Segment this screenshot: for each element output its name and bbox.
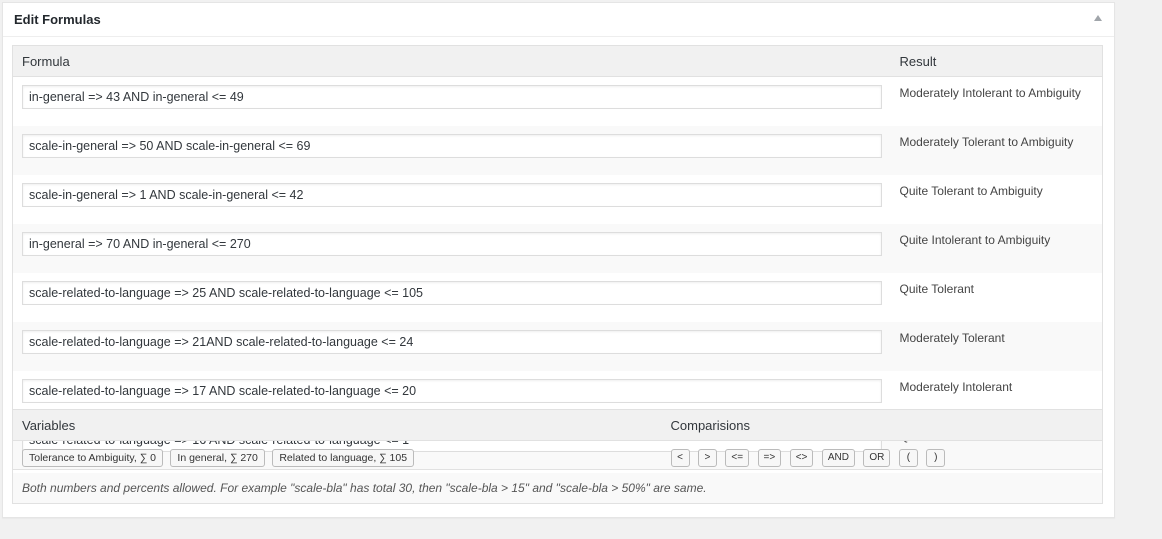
formula-input[interactable] bbox=[22, 330, 882, 354]
result-text: Quite Tolerant to Ambiguity bbox=[899, 184, 1043, 198]
formula-input[interactable] bbox=[22, 134, 882, 158]
panel-title: Edit Formulas bbox=[14, 12, 101, 27]
result-text: Moderately Tolerant to Ambiguity bbox=[890, 126, 1103, 175]
operator-less-equal-button[interactable]: <= bbox=[725, 449, 750, 467]
formula-input[interactable] bbox=[22, 232, 882, 256]
table-row: Quite Intolerant to Ambiguity bbox=[12, 224, 1103, 273]
formula-column-header: Formula bbox=[12, 45, 891, 77]
variable-button-tolerance-to-ambiguity[interactable]: Tolerance to Ambiguity, ∑ 0 bbox=[22, 448, 163, 467]
table-row: Quite Tolerant bbox=[13, 273, 1103, 322]
operator-close-paren-button[interactable]: ) bbox=[926, 449, 946, 467]
result-column-header: Result bbox=[890, 45, 1103, 77]
operator-greater-equal-button[interactable]: => bbox=[757, 449, 782, 467]
operator-open-paren-button[interactable]: ( bbox=[898, 449, 918, 467]
variables-row: Tolerance to Ambiguity, ∑ 0 In general, … bbox=[13, 441, 1103, 474]
result-text: Quite Tolerant bbox=[899, 282, 975, 296]
formula-input[interactable] bbox=[22, 379, 882, 403]
help-note: Both numbers and percents allowed. For e… bbox=[22, 481, 707, 495]
formula-input[interactable] bbox=[22, 85, 882, 109]
panel-header[interactable]: Edit Formulas bbox=[3, 3, 1114, 37]
table-row: Moderately Tolerant bbox=[12, 322, 1103, 371]
table-row: Quite Tolerant to Ambiguity bbox=[13, 175, 1103, 224]
formula-input[interactable] bbox=[22, 183, 882, 207]
formulas-table: Formula Result Moderately Intolerant to … bbox=[12, 45, 1103, 470]
variables-column-header: Variables bbox=[12, 409, 662, 441]
collapse-arrow-icon[interactable] bbox=[1094, 15, 1102, 21]
operator-not-equal-button[interactable]: <> bbox=[789, 449, 814, 467]
operator-and-button[interactable]: AND bbox=[821, 449, 855, 467]
result-text: Moderately Tolerant bbox=[890, 322, 1103, 371]
table-row: Moderately Tolerant to Ambiguity bbox=[12, 126, 1103, 175]
variables-cell: Tolerance to Ambiguity, ∑ 0 In general, … bbox=[13, 441, 662, 474]
table-row: Moderately Intolerant to Ambiguity bbox=[13, 77, 1103, 127]
result-text: Moderately Intolerant to Ambiguity bbox=[899, 86, 1081, 100]
comparisons-cell: < > <= => <> AND OR ( ) bbox=[662, 441, 1103, 474]
operator-less-than-button[interactable]: < bbox=[670, 449, 690, 467]
variable-button-in-general[interactable]: In general, ∑ 270 bbox=[170, 448, 265, 467]
note-row: Both numbers and percents allowed. For e… bbox=[12, 473, 1103, 504]
variable-button-related-to-language[interactable]: Related to language, ∑ 105 bbox=[272, 448, 415, 467]
operator-greater-than-button[interactable]: > bbox=[697, 449, 717, 467]
formula-input[interactable] bbox=[22, 281, 882, 305]
variables-table: Variables Comparisions Tolerance to Ambi… bbox=[12, 409, 1103, 504]
operator-or-button[interactable]: OR bbox=[863, 449, 891, 467]
comparisons-column-header: Comparisions bbox=[661, 409, 1103, 441]
result-text: Quite Intolerant to Ambiguity bbox=[890, 224, 1103, 273]
